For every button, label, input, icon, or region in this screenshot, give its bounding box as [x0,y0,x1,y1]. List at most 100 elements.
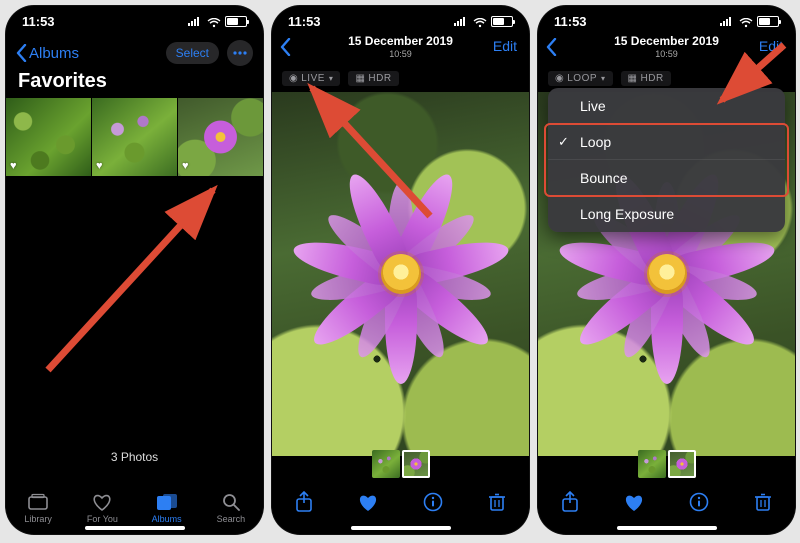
share-button[interactable] [558,490,582,514]
live-badge-label: LOOP [567,73,597,84]
home-indicator [85,526,185,530]
tab-label: For You [87,514,118,524]
delete-button[interactable] [751,490,775,514]
tab-bar: Library For You Albums Search [6,472,263,524]
menu-item-loop[interactable]: ✓ Loop [548,124,785,160]
for-you-icon [91,493,113,511]
photo-thumbnail[interactable]: ♥ [6,98,91,176]
live-icon: ◉ [555,73,564,84]
photo-time: 10:59 [538,49,795,59]
wifi-icon [473,16,487,26]
filmstrip-thumbnail[interactable] [668,450,696,478]
chevron-down-icon: ▾ [601,74,606,83]
menu-item-label: Long Exposure [580,206,674,222]
photo-date: 15 December 2019 [538,34,795,48]
share-button[interactable] [292,490,316,514]
hdr-badge-label: HDR [368,73,391,84]
info-button[interactable] [421,490,445,514]
battery-icon [225,16,247,27]
photo-viewport[interactable] [272,92,529,456]
photo-thumbnail[interactable]: ♥ [92,98,177,176]
filmstrip-thumbnail[interactable] [372,450,400,478]
chevron-down-icon: ▾ [329,74,334,83]
heart-icon: ♥ [96,160,103,172]
back-button[interactable]: Albums [16,44,79,62]
phone-favorites-screen: 11:53 Albums Select Favorites [6,6,263,534]
phone-photo-detail-screen: 11:53 15 December 2019 10:59 Edit ◉ LIVE… [272,6,529,534]
tab-label: Albums [152,514,182,524]
heart-icon: ♥ [182,160,189,172]
info-icon [423,492,443,512]
tab-library[interactable]: Library [6,472,70,524]
page-title: Favorites [18,70,107,93]
trash-icon [488,492,506,512]
select-button[interactable]: Select [166,42,219,64]
live-badge-button[interactable]: ◉ LOOP ▾ [548,71,613,86]
hdr-icon: ▦ [355,73,365,84]
favorite-button[interactable] [622,490,646,514]
hdr-badge: ▦ HDR [621,71,671,86]
bottom-toolbar [272,484,529,520]
menu-item-label: Live [580,98,606,114]
search-icon [220,493,242,511]
status-icons [720,16,779,27]
live-badge-button[interactable]: ◉ LIVE ▾ [282,71,340,86]
share-icon [294,491,314,513]
checkmark-icon: ✓ [558,134,569,150]
home-indicator [617,526,717,530]
photo-subject [301,174,501,374]
tab-label: Library [24,514,52,524]
status-time: 11:53 [288,14,321,29]
hdr-badge: ▦ HDR [348,71,398,86]
delete-button[interactable] [485,490,509,514]
tab-search[interactable]: Search [199,472,263,524]
favorite-button[interactable] [356,490,380,514]
hdr-badge-label: HDR [641,73,664,84]
phone-live-menu-screen: 11:53 15 December 2019 10:59 Edit ◉ LOOP… [538,6,795,534]
trash-icon [754,492,772,512]
status-bar: 11:53 [6,6,263,36]
live-icon: ◉ [289,73,298,84]
chevron-left-icon [16,44,27,62]
hdr-icon: ▦ [628,73,638,84]
wifi-icon [207,16,221,26]
menu-item-label: Loop [580,134,611,150]
info-button[interactable] [687,490,711,514]
menu-item-long-exposure[interactable]: Long Exposure [548,196,785,232]
filmstrip-thumbnail[interactable] [638,450,666,478]
cellular-icon [454,16,469,26]
status-time: 11:53 [554,14,587,29]
bottom-toolbar [538,484,795,520]
menu-item-live[interactable]: Live [548,88,785,124]
status-icons [454,16,513,27]
status-icons [188,16,247,27]
photo-time: 10:59 [272,49,529,59]
photo-date-header: 15 December 2019 10:59 [538,34,795,59]
live-badge-label: LIVE [301,73,325,84]
albums-icon [156,493,178,511]
heart-icon [357,492,379,512]
heart-icon [623,492,645,512]
live-effect-menu: Live ✓ Loop Bounce Long Exposure [548,88,785,232]
status-time: 11:53 [22,14,55,29]
nav-bar: Albums Select [6,36,263,70]
tab-albums[interactable]: Albums [135,472,199,524]
photo-count-label: 3 Photos [6,450,263,464]
filmstrip-thumbnail[interactable] [402,450,430,478]
more-button[interactable] [227,40,253,66]
photo-date: 15 December 2019 [272,34,529,48]
badge-row: ◉ LOOP ▾ ▦ HDR [538,66,795,90]
photo-thumbnail[interactable]: ♥ [178,98,263,176]
edit-button[interactable]: Edit [759,38,783,54]
badge-row: ◉ LIVE ▾ ▦ HDR [272,66,529,90]
wifi-icon [739,16,753,26]
ellipsis-icon [233,51,247,55]
cellular-icon [188,16,203,26]
home-indicator [351,526,451,530]
battery-icon [491,16,513,27]
edit-button[interactable]: Edit [493,38,517,54]
battery-icon [757,16,779,27]
menu-item-bounce[interactable]: Bounce [548,160,785,196]
info-icon [689,492,709,512]
tab-for-you[interactable]: For You [70,472,134,524]
